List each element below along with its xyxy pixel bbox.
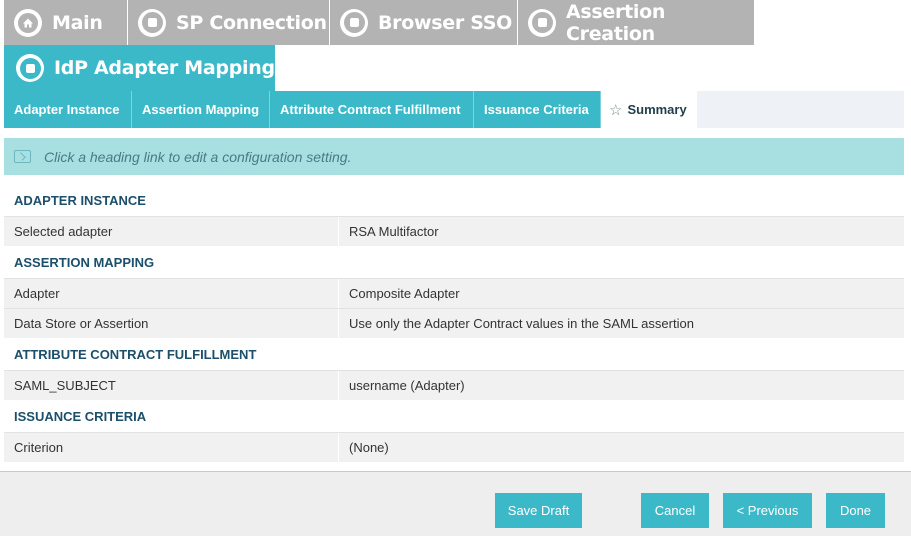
row-key: SAML_SUBJECT xyxy=(4,371,339,400)
tab-label: Browser SSO xyxy=(378,11,513,34)
table-row: Selected adapter RSA Multifactor xyxy=(4,216,904,246)
star-icon: ☆ xyxy=(609,101,623,119)
subtab-adapter-instance[interactable]: Adapter Instance xyxy=(4,91,132,128)
tab-label: Main xyxy=(52,11,103,34)
info-text: Click a heading link to edit a configura… xyxy=(44,148,352,165)
info-banner: Click a heading link to edit a configura… xyxy=(4,138,904,175)
done-button[interactable]: Done xyxy=(826,493,885,528)
subtab-label: Adapter Instance xyxy=(14,102,120,117)
tab-assertion-creation[interactable]: Assertion Creation xyxy=(518,0,754,45)
row-key: Criterion xyxy=(4,433,339,462)
section-heading-attribute-contract-fulfillment[interactable]: ATTRIBUTE CONTRACT FULFILLMENT xyxy=(4,338,904,370)
section-heading-label: ISSUANCE CRITERIA xyxy=(14,408,147,424)
section-heading-label: ADAPTER INSTANCE xyxy=(14,192,146,208)
tab-main[interactable]: Main xyxy=(4,0,128,45)
tab-label: SP Connection xyxy=(176,11,327,34)
subtab-label: Attribute Contract Fulfillment xyxy=(280,102,461,117)
save-draft-button[interactable]: Save Draft xyxy=(495,493,582,528)
table-row: Criterion (None) xyxy=(4,432,904,462)
step-icon xyxy=(528,8,556,37)
wizard-page: Main SP Connection Browser SSO Assertion… xyxy=(0,0,911,536)
subtab-label: Issuance Criteria xyxy=(484,102,589,117)
subtab-attribute-contract-fulfillment[interactable]: Attribute Contract Fulfillment xyxy=(270,91,474,128)
section-heading-adapter-instance[interactable]: ADAPTER INSTANCE xyxy=(4,184,904,216)
section-heading-label: ASSERTION MAPPING xyxy=(14,254,155,270)
summary-table: ADAPTER INSTANCE Selected adapter RSA Mu… xyxy=(4,184,904,462)
subtab-label: Assertion Mapping xyxy=(142,102,260,117)
row-value: RSA Multifactor xyxy=(349,224,439,239)
previous-button[interactable]: < Previous xyxy=(723,493,812,528)
row-value: (None) xyxy=(349,440,389,455)
tab-sp-connection[interactable]: SP Connection xyxy=(128,0,330,45)
section-heading-label: ATTRIBUTE CONTRACT FULFILLMENT xyxy=(14,346,257,362)
subtab-assertion-mapping[interactable]: Assertion Mapping xyxy=(132,91,270,128)
info-panel-icon xyxy=(14,150,31,163)
row-key: Data Store or Assertion xyxy=(4,309,339,338)
row-key: Selected adapter xyxy=(4,217,339,246)
subtab-summary[interactable]: ☆ Summary xyxy=(601,91,697,128)
row-value: username (Adapter) xyxy=(349,378,465,393)
row-value: Use only the Adapter Contract values in … xyxy=(349,316,694,331)
table-row: Data Store or Assertion Use only the Ada… xyxy=(4,308,904,338)
tab-idp-adapter-mapping[interactable]: IdP Adapter Mapping xyxy=(4,45,275,91)
home-icon xyxy=(14,8,42,37)
step-icon xyxy=(16,54,44,82)
wizard-tabs: Main SP Connection Browser SSO Assertion… xyxy=(4,0,754,45)
table-row: Adapter Composite Adapter xyxy=(4,278,904,308)
step-icon xyxy=(138,8,166,37)
subtab-label: Summary xyxy=(627,102,687,117)
tab-label: IdP Adapter Mapping xyxy=(54,57,275,79)
step-icon xyxy=(340,8,368,37)
subtab-issuance-criteria[interactable]: Issuance Criteria xyxy=(474,91,601,128)
sub-tabs: Adapter Instance Assertion Mapping Attri… xyxy=(4,91,904,128)
section-heading-assertion-mapping[interactable]: ASSERTION MAPPING xyxy=(4,246,904,278)
cancel-button[interactable]: Cancel xyxy=(641,493,709,528)
section-heading-issuance-criteria[interactable]: ISSUANCE CRITERIA xyxy=(4,400,904,432)
row-key: Adapter xyxy=(4,279,339,308)
footer-bar: Save Draft Cancel < Previous Done xyxy=(0,471,911,536)
tab-label: Assertion Creation xyxy=(566,0,666,45)
tab-browser-sso[interactable]: Browser SSO xyxy=(330,0,518,45)
table-row: SAML_SUBJECT username (Adapter) xyxy=(4,370,904,400)
row-value: Composite Adapter xyxy=(349,286,460,301)
